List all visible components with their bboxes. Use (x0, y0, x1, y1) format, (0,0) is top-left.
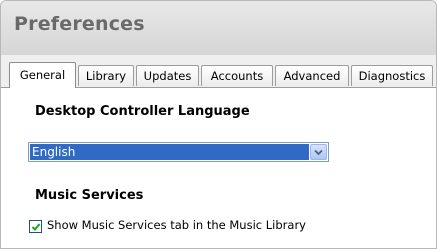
language-select[interactable]: English (28, 142, 329, 162)
tab-advanced[interactable]: Advanced (275, 65, 349, 86)
preferences-window: Preferences General Library Updates Acco… (0, 0, 437, 249)
tab-updates[interactable]: Updates (136, 65, 199, 86)
checkmark-icon (31, 223, 41, 231)
show-music-services-label[interactable]: Show Music Services tab in the Music Lib… (47, 218, 306, 232)
language-select-value: English (30, 144, 309, 160)
tab-general[interactable]: General (9, 62, 76, 88)
title-bar: Preferences (1, 1, 436, 55)
language-heading: Desktop Controller Language (35, 104, 250, 119)
dropdown-button[interactable] (310, 144, 327, 160)
window-title: Preferences (14, 13, 145, 35)
show-music-services-checkbox[interactable] (29, 220, 42, 233)
tab-diagnostics[interactable]: Diagnostics (351, 65, 433, 86)
tab-library[interactable]: Library (78, 65, 134, 86)
music-services-heading: Music Services (35, 188, 144, 203)
chevron-down-icon (314, 149, 323, 156)
tab-accounts[interactable]: Accounts (201, 65, 273, 86)
